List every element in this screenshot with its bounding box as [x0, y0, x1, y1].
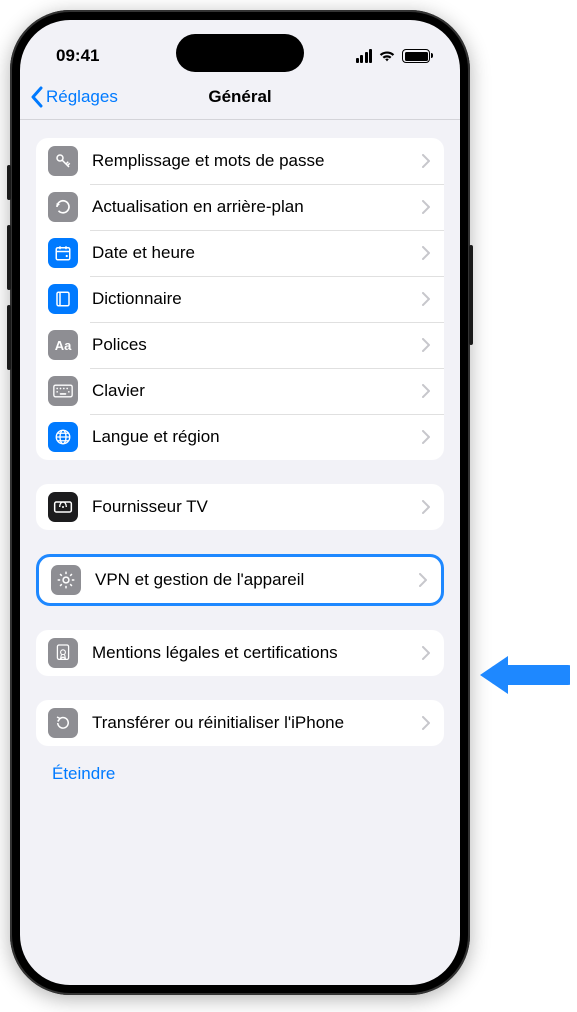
status-time: 09:41	[50, 46, 99, 66]
chevron-left-icon	[30, 86, 44, 108]
row-label: VPN et gestion de l'appareil	[95, 570, 405, 590]
key-icon	[48, 146, 78, 176]
screen: 09:41 Réglages	[20, 20, 460, 985]
power-button	[469, 245, 473, 345]
volume-down-button	[7, 305, 11, 370]
refresh-icon	[48, 192, 78, 222]
book-icon	[48, 284, 78, 314]
row-transfer-reset[interactable]: Transférer ou réinitialiser l'iPhone	[36, 700, 444, 746]
settings-group-vpn-highlighted: VPN et gestion de l'appareil	[36, 554, 444, 606]
chevron-right-icon	[422, 716, 430, 730]
row-label: Clavier	[92, 381, 408, 401]
row-background-refresh[interactable]: Actualisation en arrière-plan	[36, 184, 444, 230]
settings-group-5: Transférer ou réinitialiser l'iPhone	[36, 700, 444, 746]
row-dictionary[interactable]: Dictionnaire	[36, 276, 444, 322]
row-label: Polices	[92, 335, 408, 355]
certificate-icon	[48, 638, 78, 668]
gear-icon	[51, 565, 81, 595]
pointer-arrow-icon	[480, 650, 570, 700]
row-keyboard[interactable]: Clavier	[36, 368, 444, 414]
iphone-frame: 09:41 Réglages	[10, 10, 470, 995]
settings-group-1: Remplissage et mots de passe Actualisati…	[36, 138, 444, 460]
chevron-right-icon	[422, 200, 430, 214]
shutdown-button[interactable]: Éteindre	[36, 746, 444, 802]
page-title: Général	[208, 87, 271, 107]
chevron-right-icon	[422, 246, 430, 260]
side-button	[7, 165, 11, 200]
chevron-right-icon	[422, 154, 430, 168]
row-vpn[interactable]: VPN et gestion de l'appareil	[39, 557, 441, 603]
row-label: Transférer ou réinitialiser l'iPhone	[92, 713, 408, 733]
chevron-right-icon	[419, 573, 427, 587]
row-date-time[interactable]: Date et heure	[36, 230, 444, 276]
row-label: Mentions légales et certifications	[92, 643, 408, 663]
navigation-bar: Réglages Général	[20, 74, 460, 120]
row-tv-provider[interactable]: Fournisseur TV	[36, 484, 444, 530]
battery-icon	[402, 49, 430, 63]
globe-icon	[48, 422, 78, 452]
volume-up-button	[7, 225, 11, 290]
chevron-right-icon	[422, 646, 430, 660]
row-label: Dictionnaire	[92, 289, 408, 309]
settings-content: Remplissage et mots de passe Actualisati…	[20, 120, 460, 985]
row-label: Fournisseur TV	[92, 497, 408, 517]
chevron-right-icon	[422, 500, 430, 514]
wifi-icon	[378, 49, 396, 63]
keyboard-icon	[48, 376, 78, 406]
tv-icon	[48, 492, 78, 522]
row-legal[interactable]: Mentions légales et certifications	[36, 630, 444, 676]
dynamic-island	[176, 34, 304, 72]
reset-icon	[48, 708, 78, 738]
chevron-right-icon	[422, 384, 430, 398]
row-fonts[interactable]: Aa Polices	[36, 322, 444, 368]
row-label: Remplissage et mots de passe	[92, 151, 408, 171]
chevron-right-icon	[422, 338, 430, 352]
chevron-right-icon	[422, 292, 430, 306]
settings-group-2: Fournisseur TV	[36, 484, 444, 530]
row-label: Actualisation en arrière-plan	[92, 197, 408, 217]
row-label: Langue et région	[92, 427, 408, 447]
font-icon: Aa	[48, 330, 78, 360]
row-autofill[interactable]: Remplissage et mots de passe	[36, 138, 444, 184]
chevron-right-icon	[422, 430, 430, 444]
back-label: Réglages	[46, 87, 118, 107]
settings-group-4: Mentions légales et certifications	[36, 630, 444, 676]
cellular-icon	[356, 49, 373, 63]
row-language[interactable]: Langue et région	[36, 414, 444, 460]
status-indicators	[356, 49, 431, 63]
calendar-icon	[48, 238, 78, 268]
back-button[interactable]: Réglages	[26, 82, 122, 112]
row-label: Date et heure	[92, 243, 408, 263]
